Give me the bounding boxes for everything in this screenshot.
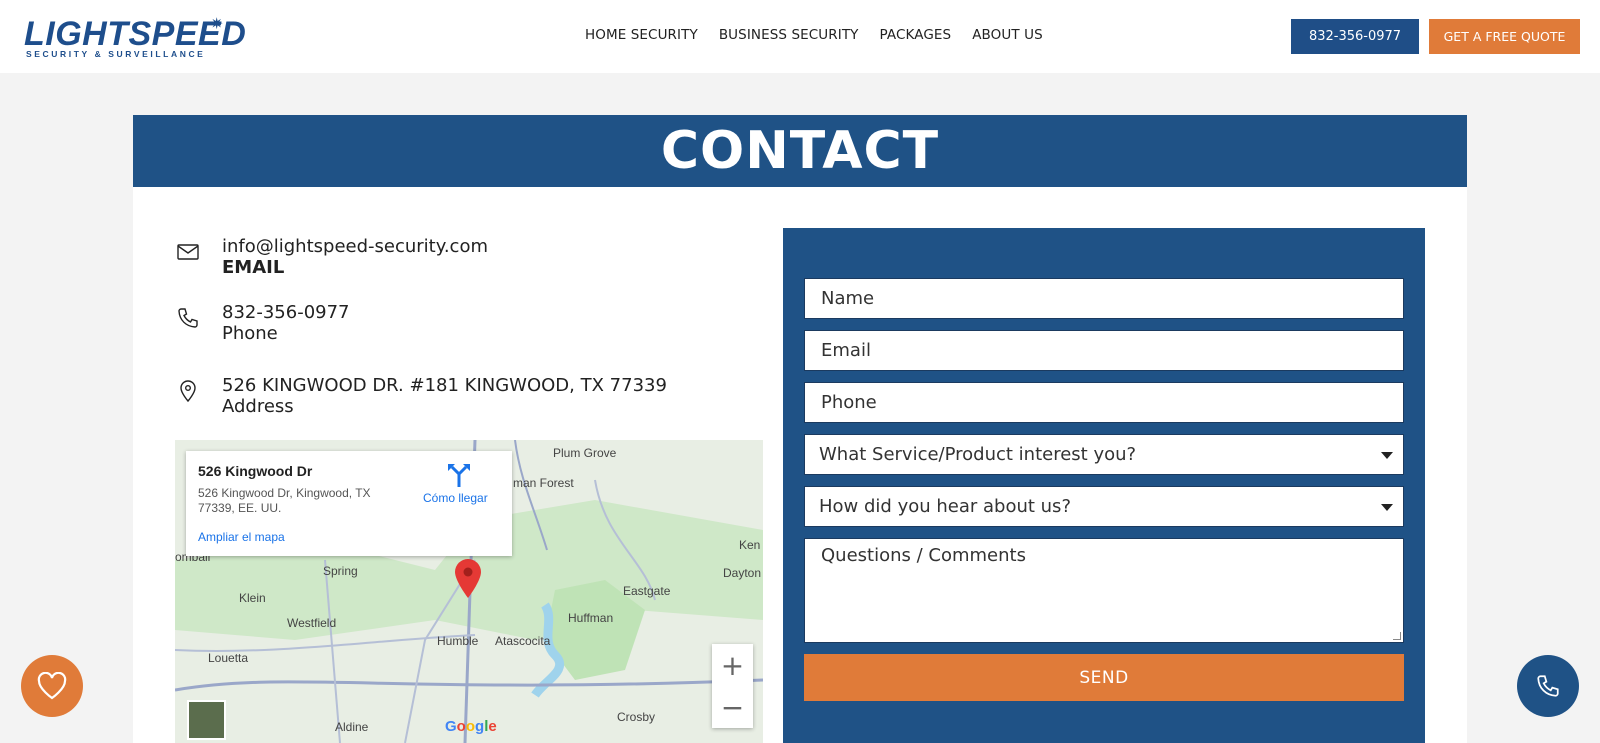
- logo-star-icon: ✷: [210, 14, 224, 33]
- phone-icon: [178, 308, 198, 328]
- contact-address-value: 526 KINGWOOD DR. #181 KINGWOOD, TX 77339: [222, 375, 667, 396]
- phone-field[interactable]: Phone: [804, 382, 1404, 423]
- contact-email-value[interactable]: info@lightspeed-security.com: [222, 236, 488, 257]
- envelope-icon: [177, 244, 199, 260]
- site-header: LIGHTSPEED ✷ SECURITY & SURVEILLANCE HOM…: [0, 0, 1600, 73]
- enlarge-map-link[interactable]: Ampliar el mapa: [198, 530, 285, 544]
- referral-select-value: How did you hear about us?: [819, 496, 1071, 517]
- map-label: Ken: [739, 538, 761, 552]
- contact-email-label: EMAIL: [222, 257, 285, 278]
- contact-phone-value[interactable]: 832-356-0977: [222, 302, 350, 323]
- map-label: Klein: [239, 591, 266, 605]
- map-zoom-controls: + −: [712, 644, 753, 728]
- title-banner: CONTACT: [133, 115, 1467, 187]
- phone-icon: [1537, 675, 1559, 697]
- logo-tagline: SECURITY & SURVEILLANCE: [26, 49, 206, 59]
- map-label: Atascocita: [495, 634, 551, 648]
- email-field[interactable]: Email: [804, 330, 1404, 371]
- name-field[interactable]: Name: [804, 278, 1404, 319]
- service-select-value: What Service/Product interest you?: [819, 444, 1137, 465]
- directions-link[interactable]: Cómo llegar: [423, 491, 488, 505]
- directions-icon[interactable]: [446, 462, 472, 488]
- map-place-address: 526 Kingwood Dr, Kingwood, TX 77339, EE.…: [198, 486, 371, 515]
- map-place-card: 526 Kingwood Dr 526 Kingwood Dr, Kingwoo…: [186, 451, 512, 556]
- map-label: Humble: [437, 634, 479, 648]
- google-logo: Google: [445, 718, 497, 735]
- satellite-toggle[interactable]: [187, 700, 226, 740]
- map-label: Louetta: [208, 651, 249, 665]
- contact-phone-label: Phone: [222, 323, 278, 344]
- comments-textarea[interactable]: Questions / Comments: [804, 538, 1404, 643]
- map-label: Crosby: [617, 710, 656, 724]
- nav-about-us[interactable]: ABOUT US: [972, 27, 1043, 43]
- nav-packages[interactable]: PACKAGES: [880, 27, 952, 43]
- map-label: Huffman: [568, 611, 614, 625]
- main-nav: HOME SECURITY BUSINESS SECURITY PACKAGES…: [585, 27, 1043, 43]
- embedded-map[interactable]: Plum Grove man Forest Spring Klein Westf…: [175, 440, 763, 743]
- map-marker-icon[interactable]: [454, 559, 482, 599]
- contact-form: Name Email Phone What Service/Product in…: [783, 228, 1425, 743]
- call-button[interactable]: [1517, 655, 1579, 717]
- contact-address-label: Address: [222, 396, 294, 417]
- zoom-out-button[interactable]: −: [712, 686, 753, 728]
- heart-icon: [37, 672, 67, 700]
- map-pin-icon: [180, 380, 196, 403]
- favorites-button[interactable]: [21, 655, 83, 717]
- map-label: Dayton: [723, 566, 762, 580]
- comments-placeholder: Questions / Comments: [821, 545, 1026, 566]
- map-label: Plum Grove: [553, 446, 617, 460]
- logo[interactable]: LIGHTSPEED ✷ SECURITY & SURVEILLANCE: [24, 14, 246, 59]
- map-label: Aldine: [335, 720, 369, 734]
- map-label: Westfield: [287, 616, 337, 630]
- resize-handle-icon[interactable]: [1393, 632, 1401, 640]
- map-label: Spring: [323, 564, 358, 578]
- send-button[interactable]: SEND: [804, 654, 1404, 701]
- nav-home-security[interactable]: HOME SECURITY: [585, 27, 698, 43]
- map-place-name: 526 Kingwood Dr: [198, 463, 313, 479]
- referral-select[interactable]: How did you hear about us?: [804, 486, 1404, 527]
- chevron-down-icon: [1381, 451, 1393, 459]
- service-select[interactable]: What Service/Product interest you?: [804, 434, 1404, 475]
- free-quote-button[interactable]: GET A FREE QUOTE: [1429, 19, 1580, 54]
- page-title: CONTACT: [660, 121, 940, 181]
- nav-business-security[interactable]: BUSINESS SECURITY: [719, 27, 859, 43]
- zoom-in-button[interactable]: +: [712, 644, 753, 686]
- map-label: Eastgate: [623, 584, 671, 598]
- map-label: man Forest: [513, 476, 574, 490]
- header-phone-button[interactable]: 832-356-0977: [1291, 19, 1419, 54]
- chevron-down-icon: [1381, 503, 1393, 511]
